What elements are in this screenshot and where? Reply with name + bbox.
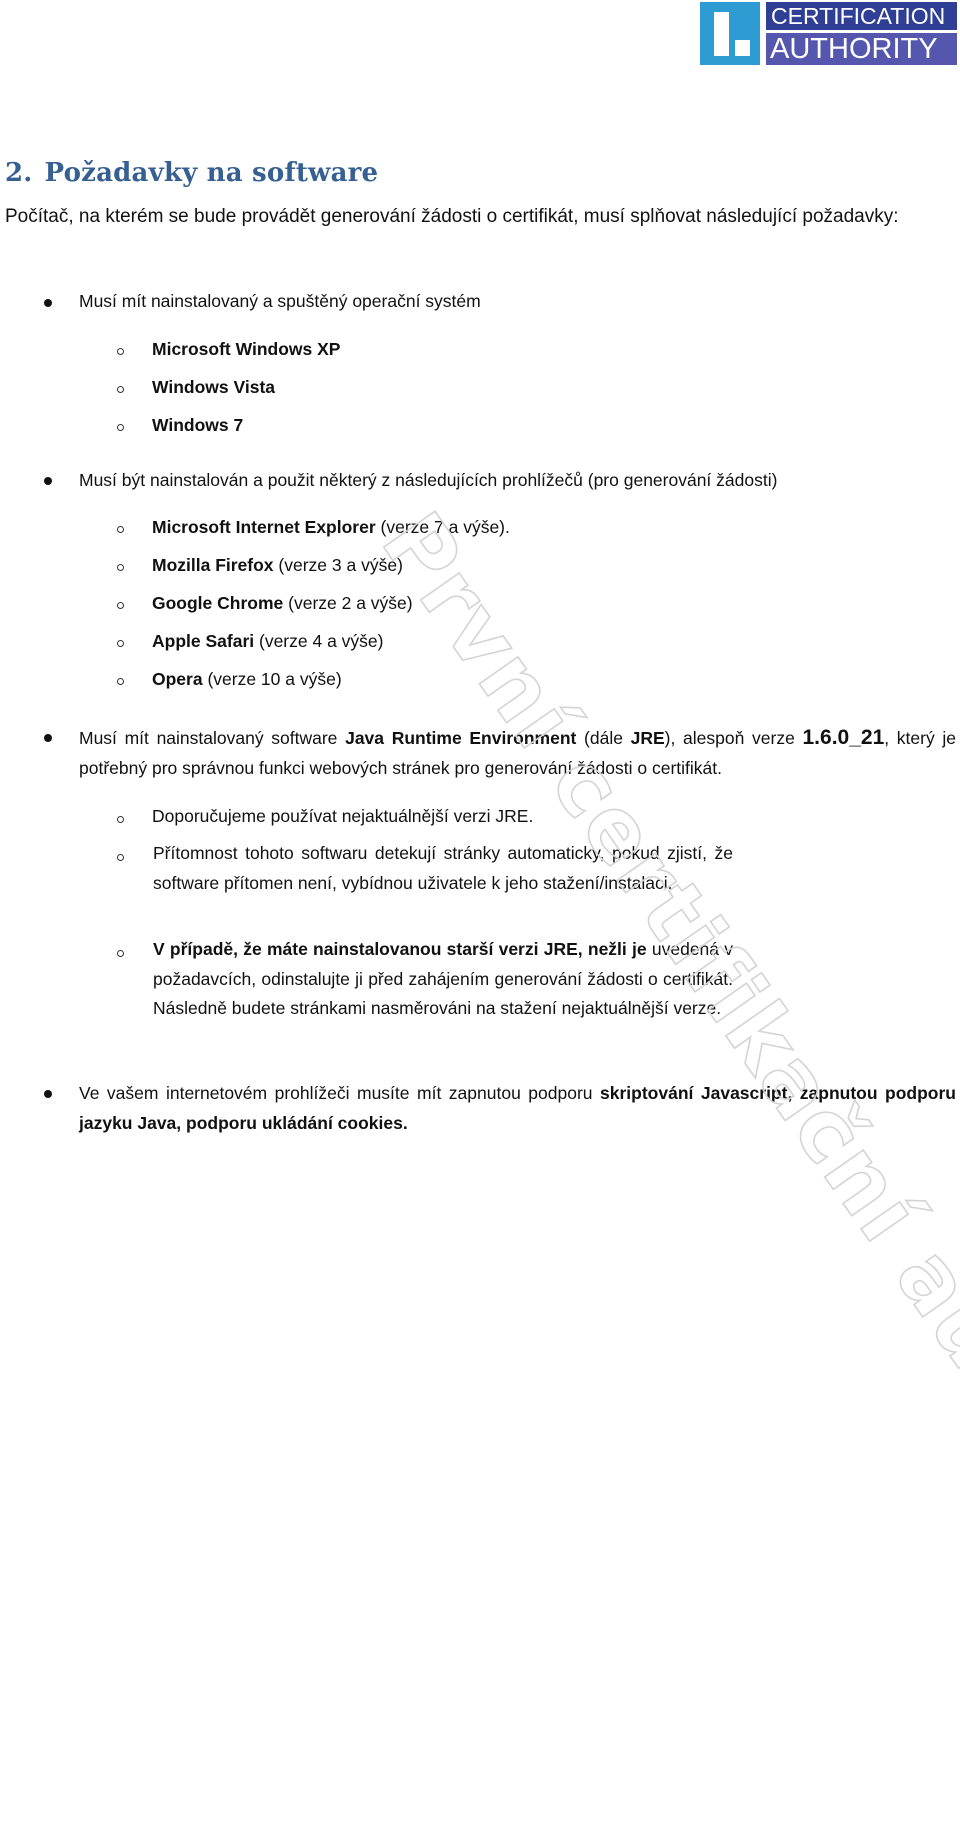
jre-version: 1.6.0_21 — [802, 726, 885, 749]
section-title: Požadavky na software — [44, 158, 379, 188]
section-number: 2. — [5, 158, 33, 188]
browser-version: (verze 7 a výše). — [375, 517, 510, 537]
browser-name: Google Chrome — [152, 593, 284, 613]
logo-mark-dot — [735, 40, 750, 56]
certification-authority-logo: CERTIFICATION AUTHORITY — [700, 2, 957, 65]
logo-line-certification: CERTIFICATION — [766, 2, 957, 30]
sub-bullet-icon — [117, 640, 124, 647]
browser-item: Microsoft Internet Explorer (verze 7 a v… — [152, 517, 510, 538]
jre-text: ), alespoň verze — [664, 728, 803, 748]
browser-name: Opera — [152, 669, 203, 689]
browser-item: Opera (verze 10 a výše) — [152, 669, 342, 690]
bullet-icon — [44, 299, 52, 307]
bullet-icon — [44, 1090, 52, 1098]
requirement-browser-settings: Ve vašem internetovém prohlížeči musíte … — [79, 1079, 956, 1138]
bullet-icon — [44, 734, 52, 742]
browser-version: (verze 3 a výše) — [273, 555, 403, 575]
logo-mark-icon — [700, 2, 760, 65]
jre-note: Doporučujeme používat nejaktuálnější ver… — [152, 806, 534, 826]
browser-item: Google Chrome (verze 2 a výše) — [152, 593, 413, 614]
jre-note: Přítomnost tohoto softwaru detekují strá… — [153, 843, 733, 893]
settings-text: Ve vašem internetovém prohlížeči musíte … — [79, 1083, 601, 1103]
browser-item: Apple Safari (verze 4 a výše) — [152, 631, 383, 652]
sub-bullet-icon — [117, 678, 124, 685]
sub-bullet-icon — [117, 602, 124, 609]
jre-abbr: JRE — [630, 728, 665, 748]
os-item: Windows Vista — [152, 377, 276, 397]
sub-bullet-icon — [117, 348, 124, 355]
browser-item: Mozilla Firefox (verze 3 a výše) — [152, 555, 403, 576]
logo-line-authority: AUTHORITY — [766, 33, 957, 65]
bullet-icon — [44, 477, 52, 485]
sub-bullet-icon — [117, 386, 124, 393]
requirement-jre: Musí mít nainstalovaný software Java Run… — [79, 723, 956, 783]
browser-version: (verze 10 a výše) — [202, 669, 342, 689]
jre-name: Java Runtime Environment — [345, 728, 577, 748]
browser-version: (verze 2 a výše) — [283, 593, 413, 613]
jre-warning: V případě, že máte nainstalovanou starší… — [153, 939, 647, 959]
os-item: Windows 7 — [152, 415, 244, 435]
section-heading: 2. Požadavky na software — [5, 158, 378, 188]
sub-bullet-icon — [117, 526, 124, 533]
jre-note: V případě, že máte nainstalovanou starší… — [153, 935, 733, 1024]
browser-version: (verze 4 a výše) — [254, 631, 384, 651]
browser-name: Microsoft Internet Explorer — [152, 517, 376, 537]
jre-text: Musí mít nainstalovaný software — [79, 728, 346, 748]
requirement-browser: Musí být nainstalován a použit některý z… — [79, 470, 778, 490]
sub-bullet-icon — [117, 424, 124, 431]
requirement-os: Musí mít nainstalovaný a spuštěný operač… — [79, 291, 481, 311]
sub-bullet-icon — [117, 950, 124, 957]
os-item: Microsoft Windows XP — [152, 339, 341, 359]
intro-paragraph: Počítač, na kterém se bude provádět gene… — [5, 206, 899, 227]
browser-name: Apple Safari — [152, 631, 255, 651]
sub-bullet-icon — [117, 816, 124, 823]
sub-bullet-icon — [117, 854, 124, 861]
logo-mark-bar — [714, 12, 729, 56]
jre-text: (dále — [576, 728, 631, 748]
sub-bullet-icon — [117, 564, 124, 571]
browser-name: Mozilla Firefox — [152, 555, 274, 575]
logo-text: CERTIFICATION AUTHORITY — [766, 2, 957, 65]
